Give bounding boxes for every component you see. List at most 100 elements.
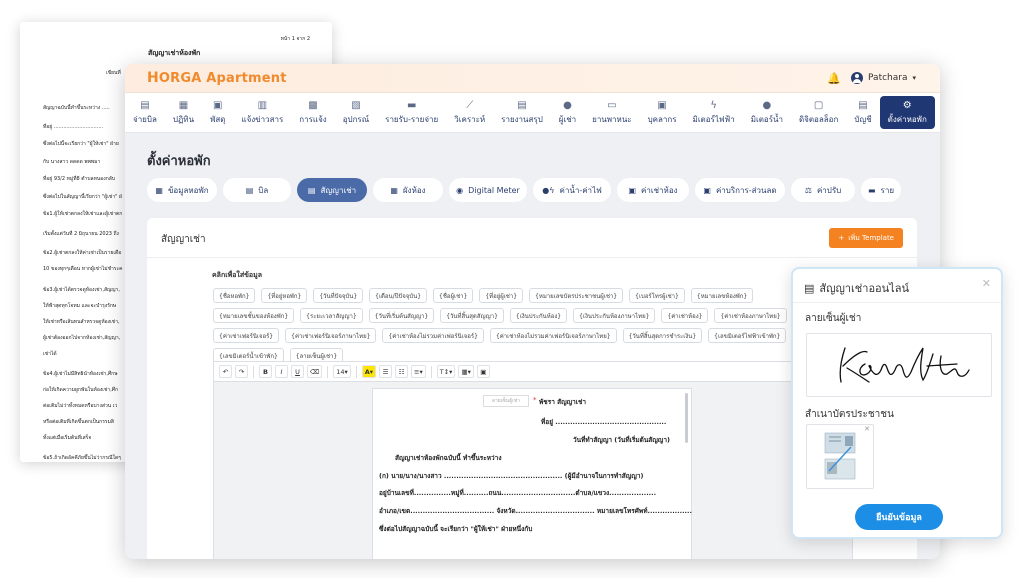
image-icon[interactable]: ▣ (476, 365, 490, 378)
nav-item-label: มิเตอร์ไฟฟ้า (692, 114, 735, 124)
editor-scrollbar[interactable] (685, 393, 688, 443)
id-card-thumbnail[interactable]: ✕ (806, 424, 874, 489)
tab-contract[interactable]: ▤ สัญญาเช่า (297, 178, 367, 202)
tab-label: บิล (258, 185, 269, 195)
user-name: Patchara (868, 73, 908, 83)
tab-label: ค่าน้ำ-ค่าไฟ (559, 185, 602, 195)
app-logo[interactable]: HORGA Apartment (147, 70, 287, 86)
placeholder-chip[interactable]: {เงินประกันห้อง} (509, 308, 568, 323)
nav-item-package[interactable]: ▣ พัสดุ (202, 93, 233, 132)
news-icon: ▥ (257, 99, 268, 111)
placeholder-chip[interactable]: {ค่าเช่าห้องภาษาไทย} (714, 308, 787, 323)
tab-utility[interactable]: ●ϟ ค่าน้ำ-ค่าไฟ (533, 178, 611, 202)
add-template-button[interactable]: + เพิ่ม Template (829, 228, 903, 248)
card-title: สัญญาเช่า (161, 234, 206, 245)
nav-item-ledger[interactable]: ▤ บัญชี (846, 93, 879, 132)
floorplan-icon: ▦ (390, 185, 398, 195)
tab-label: สัญญาเช่า (320, 185, 357, 195)
placeholder-chip[interactable]: {เงินประกันห้องภาษาไทย} (573, 308, 656, 323)
utility-icon: ●ϟ (542, 185, 555, 195)
tab-meter[interactable]: ◉ Digital Meter (449, 178, 527, 202)
nav-item-car[interactable]: ▭ ยานพาหนะ (584, 93, 639, 132)
nav-item-lock[interactable]: ▢ ดิจิตอลล็อก (791, 93, 846, 132)
doc-icon: ▤ (140, 99, 150, 111)
placeholder-chip[interactable]: {ที่อยู่หอพัก} (261, 288, 308, 303)
plus-icon: + (838, 234, 845, 242)
remove-icon[interactable]: ✕ (864, 425, 870, 433)
placeholder-chip[interactable]: {ชื่อหอพัก} (213, 288, 256, 303)
close-icon[interactable]: ✕ (982, 277, 991, 290)
text-color-icon[interactable]: A ▾ (361, 365, 377, 378)
numbered-list-icon[interactable]: ☷ (395, 365, 409, 378)
nav-item-doc[interactable]: ▤ จ่ายบิล (125, 93, 165, 132)
tab-label: ค่าปรับ (816, 185, 842, 195)
placeholder-chip[interactable]: {หมายเลขบัตรประชาชนผู้เช่า} (529, 288, 624, 303)
eraser-icon[interactable]: ⌫ (307, 365, 323, 378)
table-icon[interactable]: ▦▾ (458, 365, 474, 378)
bullet-list-icon[interactable]: ☰ (379, 365, 393, 378)
placeholder-chip[interactable]: {วันที่สิ้นสุดสัญญา} (440, 308, 504, 323)
avatar (851, 72, 864, 84)
nav-item-water-drop[interactable]: ● มิเตอร์น้ำ (743, 93, 791, 132)
placeholder-chip[interactable]: {วันที่ปัจจุบัน} (313, 288, 364, 303)
meter-icon: ◉ (456, 185, 464, 195)
tab-fine[interactable]: ⚖ ค่าปรับ (791, 178, 855, 202)
placeholder-chip[interactable]: {วันที่เริ่มต้นสัญญา} (368, 308, 435, 323)
gear-icon: ⚙ (902, 99, 912, 111)
confirm-button[interactable]: ยืนยันข้อมูล (855, 504, 943, 530)
undo-icon[interactable]: ↶ (219, 365, 232, 378)
placeholder-chip[interactable]: {หมายเลขชั้นของห้องพัก} (213, 308, 295, 323)
placeholder-chip[interactable]: {ค่าเช่าห้อง} (661, 308, 709, 323)
tab-building[interactable]: ▦ ข้อมูลหอพัก (147, 178, 217, 202)
align-icon[interactable]: ≡▾ (411, 365, 426, 378)
nav-item-lightning[interactable]: ϟ มิเตอร์ไฟฟ้า (685, 93, 743, 132)
tab-label: ข้อมูลหอพัก (167, 185, 209, 195)
tab-bill[interactable]: ▤ บิล (223, 178, 291, 202)
online-contract-modal: ▤ สัญญาเช่าออนไลน์ ✕ ลายเซ็นผู้เช่า สำเน… (791, 267, 1003, 539)
underline-button[interactable]: U (291, 365, 304, 378)
placeholder-chip[interactable]: {ค่าเช่าเฟอร์นิเจอร์ภาษาไทย} (285, 328, 377, 343)
main-nav: ▤ จ่ายบิล ▦ ปฏิทิน ▣ พัสดุ ▥ แจ้งข่าวสาร ▩ การแจ้… (125, 93, 940, 133)
tab-list[interactable]: ▬ ราย (861, 178, 901, 202)
redo-icon[interactable]: ↷ (235, 365, 248, 378)
nav-item-label: การแจ้ง (299, 114, 327, 124)
font-size-select[interactable]: 14 ▾ (333, 365, 351, 378)
tab-discount[interactable]: ▣ ค่าบริการ-ส่วนลด (695, 178, 785, 202)
bold-button[interactable]: B (259, 365, 272, 378)
signature-placeholder-field[interactable]: ลายเซ็นผู้เช่า (483, 395, 529, 407)
editor-document[interactable]: ลายเซ็นผู้เช่า * พัชรา สัญญาเช่า ที่อยู่… (372, 388, 692, 559)
settings-tabs: ▦ ข้อมูลหอพัก ▤ บิล ▤ สัญญาเช่า ▦ ผังห้อง ◉ Digit… (147, 178, 901, 202)
placeholder-chip[interactable]: {วันที่สิ้นสุดการชำระเงิน} (622, 328, 703, 343)
italic-button[interactable]: I (275, 365, 288, 378)
nav-item-wallet[interactable]: ▬ รายรับ-รายจ่าย (377, 93, 446, 132)
bell-icon[interactable]: 🔔 (827, 72, 841, 85)
placeholder-chip[interactable]: {ที่อยู่ผู้เช่า} (479, 288, 524, 303)
tab-rent[interactable]: ▣ ค่าเช่าห้อง (617, 178, 689, 202)
nav-item-tenants[interactable]: ● ผู้เช่า (551, 93, 584, 132)
nav-item-news[interactable]: ▥ แจ้งข่าวสาร (233, 93, 291, 132)
nav-item-chart[interactable]: ⟋ วิเคราะห์ (446, 93, 493, 132)
doc-line: อยู่บ้านเลขที่...............หมู่ที่....… (379, 489, 657, 497)
nav-item-gear[interactable]: ⚙ ตั้งค่าหอพัก (879, 96, 935, 129)
placeholder-chip[interactable]: {ค่าเช่าห้องไม่รวมค่าเฟอร์นิเจอร์ภาษาไทย… (489, 328, 617, 343)
nav-item-toolbox[interactable]: ▧ อุปกรณ์ (335, 93, 377, 132)
placeholder-chip[interactable]: {ระยะเวลาสัญญา} (300, 308, 363, 323)
placeholder-chip[interactable]: {ค่าเช่าเฟอร์นิเจอร์} (213, 328, 280, 343)
nav-item-label: บัญชี (854, 114, 872, 124)
placeholder-chip[interactable]: {ชื่อผู้เช่า} (433, 288, 474, 303)
placeholder-chip[interactable]: {ค่าเช่าห้องไม่รวมค่าเฟอร์นิเจอร์} (382, 328, 484, 343)
user-menu[interactable]: Patchara ▾ (851, 72, 916, 84)
nav-item-label: ยานพาหนะ (592, 114, 632, 124)
placeholder-chip[interactable]: {เบอร์โทรผู้เช่า} (629, 288, 685, 303)
placeholder-chip[interactable]: {เลขมิเตอร์ไฟฟ้าเข้าพัก} (708, 328, 787, 343)
placeholder-chip[interactable]: {เดือน/ปีปัจจุบัน} (369, 288, 428, 303)
placeholder-chip[interactable]: {หมายเลขห้องพัก} (690, 288, 754, 303)
nav-item-staff[interactable]: ▣ บุคลากร (640, 93, 685, 132)
line-height-icon[interactable]: T↕▾ (436, 365, 456, 378)
nav-item-report[interactable]: ▩ การแจ้ง (291, 93, 334, 132)
tab-floorplan[interactable]: ▦ ผังห้อง (373, 178, 443, 202)
nav-item-summary[interactable]: ▤ รายงานสรุป (493, 93, 551, 132)
signature-pad[interactable] (806, 333, 992, 397)
nav-item-calendar[interactable]: ▦ ปฏิทิน (165, 93, 202, 132)
chart-icon: ⟋ (466, 99, 474, 111)
